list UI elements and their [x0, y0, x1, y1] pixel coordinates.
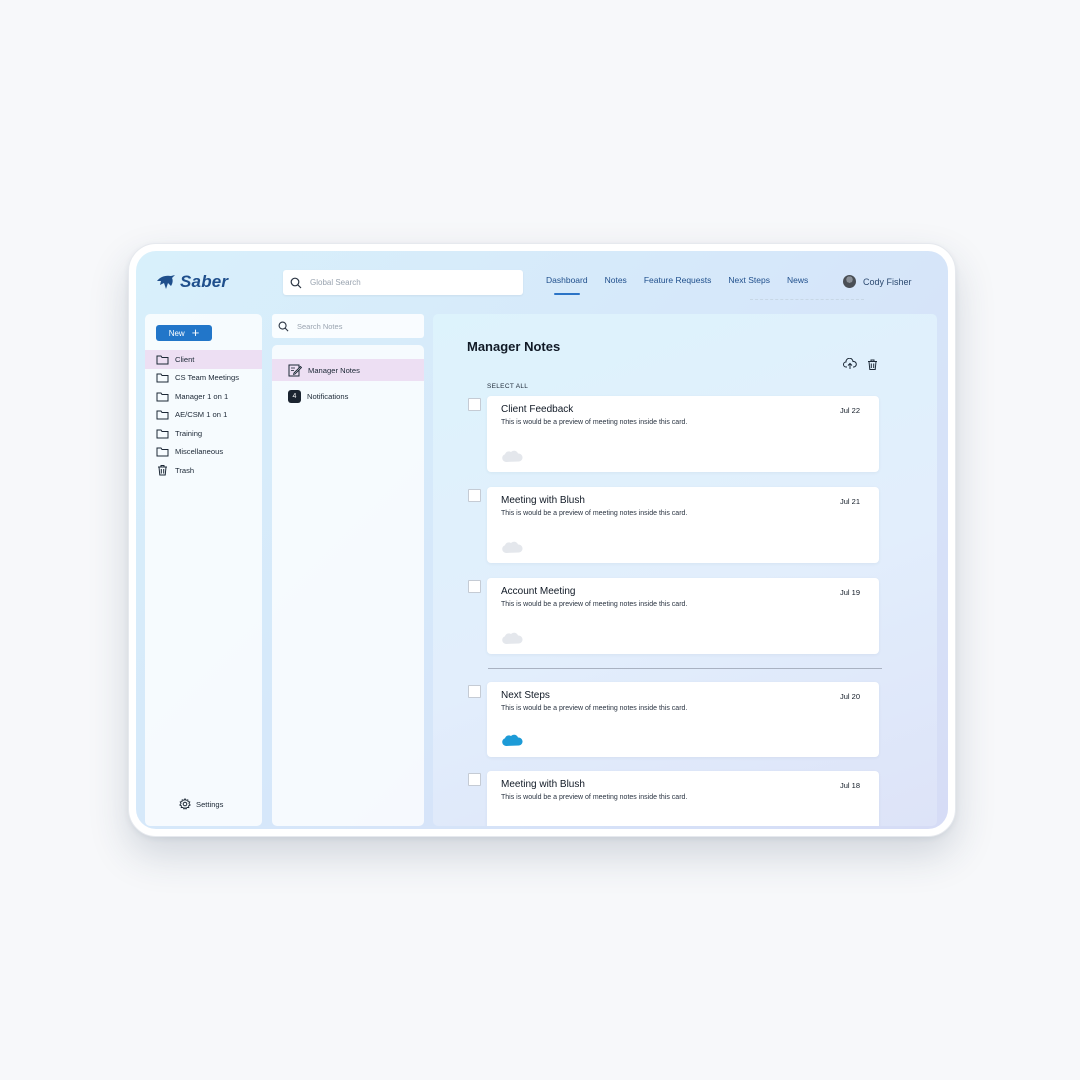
folder-icon: [156, 447, 169, 457]
card-title: Meeting with Blush: [501, 779, 585, 790]
card-title: Client Feedback: [501, 404, 574, 415]
nav-notifications[interactable]: 4 Notifications: [272, 385, 424, 407]
plus-icon: +: [191, 325, 200, 340]
section-divider: [488, 668, 882, 669]
nav-next-steps[interactable]: Next Steps: [728, 275, 770, 285]
main-actions: [843, 358, 879, 371]
notification-count-badge: 4: [288, 389, 301, 403]
sidebar-item-label: Client: [175, 354, 195, 364]
global-search[interactable]: [283, 270, 523, 295]
sidebar-item-label: Miscellaneous: [175, 447, 224, 457]
nav-news[interactable]: News: [787, 275, 808, 285]
settings-button[interactable]: Settings: [179, 798, 223, 810]
sidebar-item-label: Trash: [175, 465, 195, 475]
delete-button[interactable]: [866, 358, 879, 371]
nav-dashboard[interactable]: Dashboard: [546, 275, 588, 295]
card-preview: This is would be a preview of meeting no…: [501, 601, 688, 608]
user-menu[interactable]: Cody Fisher: [843, 275, 912, 288]
main-content: Manager Notes SELECT ALL Client Feedback…: [433, 314, 937, 826]
card-date: Jul 21: [839, 497, 860, 506]
card-title: Meeting with Blush: [501, 495, 585, 506]
card-checkbox[interactable]: [468, 773, 481, 786]
card-checkbox[interactable]: [468, 489, 481, 502]
sidebar-item-miscellaneous[interactable]: Miscellaneous: [145, 443, 262, 462]
nav-manager-notes[interactable]: Manager Notes: [272, 359, 424, 381]
sidebar-item-trash[interactable]: Trash: [145, 461, 262, 480]
top-nav: Dashboard Notes Feature Requests Next St…: [546, 275, 808, 295]
note-card[interactable]: Meeting with Blush Jul 18 This is would …: [487, 771, 879, 826]
search-notes[interactable]: [272, 314, 424, 338]
gear-icon: [179, 798, 191, 810]
select-all[interactable]: SELECT ALL: [487, 383, 528, 390]
folder-list: Client CS Team Meetings Manager 1 on 1 A…: [145, 350, 262, 480]
note-card[interactable]: Client Feedback Jul 22 This is would be …: [487, 396, 879, 472]
salesforce-cloud-icon: [502, 632, 523, 644]
sidebar-item-label: Manager 1 on 1: [175, 391, 229, 401]
folder-icon: [156, 429, 169, 439]
upload-cloud-icon: [843, 358, 857, 369]
nav-notes[interactable]: Notes: [605, 275, 627, 285]
header-divider: [750, 299, 864, 301]
note-card[interactable]: Meeting with Blush Jul 21 This is would …: [487, 487, 879, 563]
card-checkbox[interactable]: [468, 398, 481, 411]
card-checkbox[interactable]: [468, 580, 481, 593]
card-preview: This is would be a preview of meeting no…: [501, 510, 688, 517]
salesforce-cloud-icon: [502, 541, 523, 553]
tablet-frame: Saber Dashboard Notes Feature Requests N…: [128, 243, 956, 837]
upload-button[interactable]: [843, 358, 857, 371]
sidebar-item-ae-csm-1-on-1[interactable]: AE/CSM 1 on 1: [145, 406, 262, 425]
user-name: Cody Fisher: [863, 276, 912, 287]
note-card[interactable]: Account Meeting Jul 19 This is would be …: [487, 578, 879, 654]
sidebar-item-label: CS Team Meetings: [175, 373, 240, 383]
sidebar-item-cs-team-meetings[interactable]: CS Team Meetings: [145, 369, 262, 388]
folder-icon: [156, 355, 169, 365]
card-title: Account Meeting: [501, 586, 576, 597]
folder-icon: [156, 392, 169, 402]
sidebar-item-client[interactable]: Client: [145, 350, 262, 369]
salesforce-cloud-icon: [502, 734, 523, 746]
sidebar-item-label: AE/CSM 1 on 1: [175, 410, 228, 420]
saber-logo-icon: [157, 275, 175, 289]
search-icon: [290, 277, 302, 288]
settings-label: Settings: [196, 799, 224, 809]
folder-icon: [156, 373, 169, 383]
page-title: Manager Notes: [467, 339, 561, 354]
folder-icon: [156, 410, 169, 420]
card-preview: This is would be a preview of meeting no…: [501, 419, 688, 426]
sidebar-item-label: Training: [175, 428, 203, 438]
trash-icon: [868, 359, 877, 370]
search-icon: [278, 321, 289, 331]
trash-icon: [158, 465, 167, 476]
nav-notifications-label: Notifications: [307, 391, 349, 401]
card-preview: This is would be a preview of meeting no…: [501, 794, 688, 801]
nav-manager-notes-label: Manager Notes: [308, 365, 360, 375]
card-date: Jul 22: [839, 406, 860, 415]
card-date: Jul 20: [839, 692, 860, 701]
global-search-input[interactable]: [308, 277, 512, 288]
card-preview: This is would be a preview of meeting no…: [501, 705, 688, 712]
salesforce-cloud-icon: [502, 450, 523, 462]
app-name: Saber: [180, 272, 229, 291]
app-screen: Saber Dashboard Notes Feature Requests N…: [136, 251, 948, 829]
avatar: [843, 275, 856, 288]
new-button-label: New: [168, 328, 185, 338]
nav-feature-requests[interactable]: Feature Requests: [644, 275, 712, 285]
card-date: Jul 19: [839, 588, 860, 597]
notes-panel: Manager Notes 4 Notifications: [272, 345, 424, 826]
card-checkbox[interactable]: [468, 685, 481, 698]
search-notes-input[interactable]: [295, 320, 419, 332]
note-card[interactable]: Next Steps Jul 20 This is would be a pre…: [487, 682, 879, 757]
folder-sidebar: New + Client CS Team Meetings Manager 1 …: [145, 314, 262, 826]
card-title: Next Steps: [501, 690, 550, 701]
sidebar-item-training[interactable]: Training: [145, 424, 262, 443]
edit-note-icon: [288, 364, 302, 377]
logo[interactable]: Saber: [156, 272, 228, 292]
new-button[interactable]: New +: [156, 325, 212, 341]
card-date: Jul 18: [839, 781, 860, 790]
sidebar-item-manager-1-on-1[interactable]: Manager 1 on 1: [145, 387, 262, 406]
